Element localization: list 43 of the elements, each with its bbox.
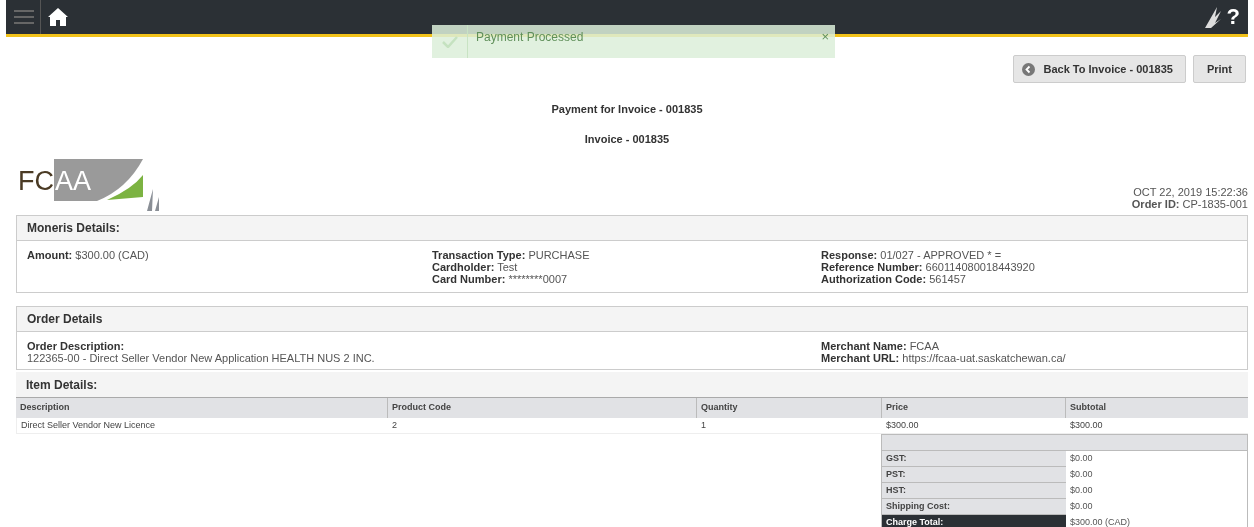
detail-field: Response: 01/027 - APPROVED * = xyxy=(821,249,1237,261)
column-header: Quantity xyxy=(696,398,881,418)
detail-field: Merchant Name: FCAA xyxy=(821,340,1237,352)
page-heading: Payment for Invoice - 001835 xyxy=(551,102,703,117)
help-icon[interactable]: ? xyxy=(1226,6,1240,28)
detail-field: Cardholder: Test xyxy=(432,261,821,273)
wheat-logo-icon xyxy=(1202,5,1223,29)
detail-field: Order Description: xyxy=(27,340,432,352)
detail-field: Card Number: ********0007 xyxy=(432,273,821,285)
totals-label: GST: xyxy=(882,451,1066,467)
detail-field: Authorization Code: 561457 xyxy=(821,273,1237,285)
column-header: Description xyxy=(19,401,71,415)
totals-label: Charge Total: xyxy=(882,515,1066,527)
print-button[interactable]: Print xyxy=(1192,55,1246,83)
table-cell-text: Direct Seller Vendor New Licence xyxy=(20,418,157,432)
detail-field: Amount: $300.00 (CAD) xyxy=(27,249,432,261)
panel-title: Moneris Details: xyxy=(27,220,120,237)
column-header: Product Code xyxy=(387,398,696,418)
logo-text: AA xyxy=(54,159,98,201)
order-id: Order ID: CP-1835-001 xyxy=(1131,198,1248,210)
totals-label: Shipping Cost: xyxy=(882,499,1066,515)
back-button[interactable]: Back To Invoice - 001835 xyxy=(1012,55,1186,83)
check-icon xyxy=(441,35,458,48)
page-heading: Invoice - 001835 xyxy=(584,131,670,147)
table-cell-text: 2 xyxy=(391,418,398,432)
table-cell-text: $300.00 xyxy=(1069,418,1104,432)
detail-field: 122365-00 - Direct Seller Vendor New Application HEALTH NUS 2 INC. xyxy=(27,352,432,364)
detail-field: Reference Number: 660114080018443920 xyxy=(821,261,1237,273)
home-icon[interactable] xyxy=(47,7,69,27)
table-cell-text: 1 xyxy=(700,418,707,432)
toast-message: Payment Processed xyxy=(476,28,585,46)
logo-swoosh-drawing xyxy=(97,159,160,211)
logo-text: FC xyxy=(18,168,54,195)
panel-title: Order Details xyxy=(27,311,103,328)
detail-field: Transaction Type: PURCHASE xyxy=(432,249,821,261)
totals-label: HST: xyxy=(882,483,1066,499)
column-header: Price xyxy=(881,398,1065,418)
totals-label: PST: xyxy=(882,467,1066,483)
order-date: OCT 22, 2019 15:22:36 xyxy=(1133,186,1248,198)
panel-title: Item Details: xyxy=(26,376,98,394)
table-cell-text: $300.00 xyxy=(885,418,920,432)
detail-field: Merchant URL: https://fcaa-uat.saskatchewan.ca/ xyxy=(821,352,1237,364)
column-header: Subtotal xyxy=(1065,398,1248,418)
